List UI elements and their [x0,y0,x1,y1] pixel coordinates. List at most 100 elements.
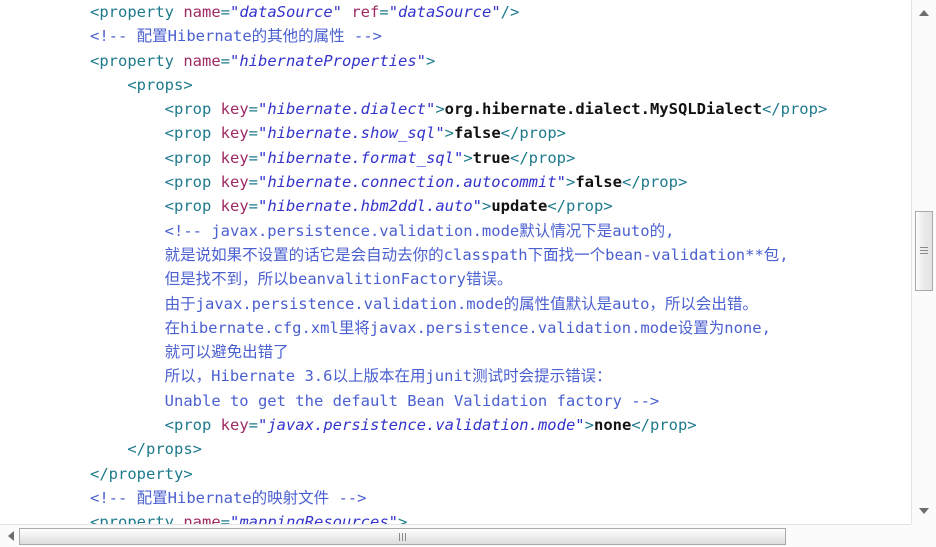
code-token-text: false [575,173,622,192]
code-token-attr: ref [351,3,380,21]
horizontal-scrollbar-thumb[interactable] [19,528,786,545]
code-token-punct: > [481,197,492,216]
code-token-comment: <!-- javax.persistence.validation.mode默认… [164,221,675,240]
code-line: 所以，Hibernate 3.6以上版本在用junit测试时会提示错误： [90,364,827,388]
code-token-attr: key [220,173,249,192]
code-token-tag: prop [174,173,212,192]
code-token-attr: key [220,124,249,143]
code-line: <prop key="hibernate.show_sql">false</pr… [90,121,827,145]
code-token-attr: key [220,197,249,216]
code-token-attr: name [183,51,221,70]
code-token-value: "dataSource" [388,3,501,21]
code-token-comment: <!-- 配置Hibernate的其他的属性 --> [90,27,382,46]
code-token-tag: property [108,464,184,483]
code-token-punct: </prop> [761,100,828,119]
code-token-attr: key [220,416,249,435]
code-line: <prop key="hibernate.connection.autocomm… [90,170,827,194]
code-token-punct: </prop> [621,173,688,192]
code-line: 就是说如果不设置的话它是会自动去你的classpath下面找一个bean-val… [90,243,827,267]
code-token-punct: > [183,464,193,483]
code-token-punct: > [398,513,408,524]
code-token-text: none [593,416,632,435]
code-token-comment: 由于javax.persistence.validation.mode的属性值默… [164,294,758,313]
code-token-punct: < [164,197,174,216]
code-token-punct: < [90,513,100,524]
code-token-value: "hibernate.dialect" [258,100,436,119]
code-editor-window: <property name="dataSource" ref="dataSou… [0,0,936,547]
code-token-punct: </prop> [500,124,566,143]
code-token-punct: </ [127,440,146,459]
code-line: 就可以避免出错了 [90,340,827,364]
code-line: 但是找不到，所以beanvalitionFactory错误。 [90,267,827,291]
code-token-punct: /> [500,3,520,21]
code-token-value: "mappingResources" [230,513,398,524]
triangle-left-icon[interactable] [8,531,14,541]
code-token-punct: = [379,3,389,21]
code-token-value: "dataSource" [230,3,342,21]
code-token-comment: 所以，Hibernate 3.6以上版本在用junit测试时会提示错误： [164,367,612,386]
code-token-punct: < [164,416,174,435]
scrollbar-grip-icon [398,532,407,541]
code-token-punct: > [565,173,576,192]
code-token-punct: > [435,100,445,119]
code-token-punct: < [164,173,174,192]
code-token-punct: > [192,440,203,459]
code-token-value: "javax.persistence.validation.mode" [258,416,585,435]
code-token-comment: 就可以避免出错了 [164,343,289,362]
code-token-punct: < [164,124,174,143]
triangle-down-icon[interactable] [919,508,929,514]
code-line: <!-- 配置Hibernate的映射文件 --> [90,486,827,510]
code-token-punct: < [127,75,137,94]
code-token-punct: > [425,51,436,70]
code-token-value: "hibernate.format_sql" [258,148,464,167]
code-token-punct: < [90,3,100,21]
code-token-attr: name [183,3,221,21]
code-token-punct: = [248,173,259,192]
code-token-punct: > [584,416,594,435]
code-token-tag: property [99,51,174,70]
code-token-punct: </prop> [547,197,613,216]
code-line: <property name="hibernateProperties"> [90,49,827,73]
code-line: <prop key="hibernate.format_sql">true</p… [90,146,827,170]
code-line: Unable to get the default Bean Validatio… [90,389,827,413]
code-token-tag: prop [174,148,212,167]
code-token-value: "hibernate.connection.autocommit" [258,173,566,192]
code-token-punct: > [444,124,454,143]
code-text-area[interactable]: <property name="dataSource" ref="dataSou… [0,0,911,524]
code-line: <prop key="javax.persistence.validation.… [90,413,827,437]
triangle-up-icon[interactable] [919,10,929,16]
code-token-tag: prop [174,416,212,435]
code-token-text: true [472,148,510,167]
code-token-tag: props [146,440,193,459]
code-token-punct: = [220,513,231,524]
vertical-scrollbar[interactable] [911,0,936,524]
code-token-punct: = [248,100,259,119]
code-token-punct: = [248,197,259,216]
code-line: <prop key="hibernate.dialect">org.hibern… [90,97,828,121]
code-token-punct: = [248,148,259,167]
code-token-punct: = [248,124,259,143]
code-token-punct: > [183,75,193,94]
vertical-scrollbar-thumb[interactable] [915,211,933,291]
horizontal-scrollbar[interactable] [0,524,936,547]
code-token-tag: prop [174,124,212,143]
code-token-punct: = [220,51,231,70]
